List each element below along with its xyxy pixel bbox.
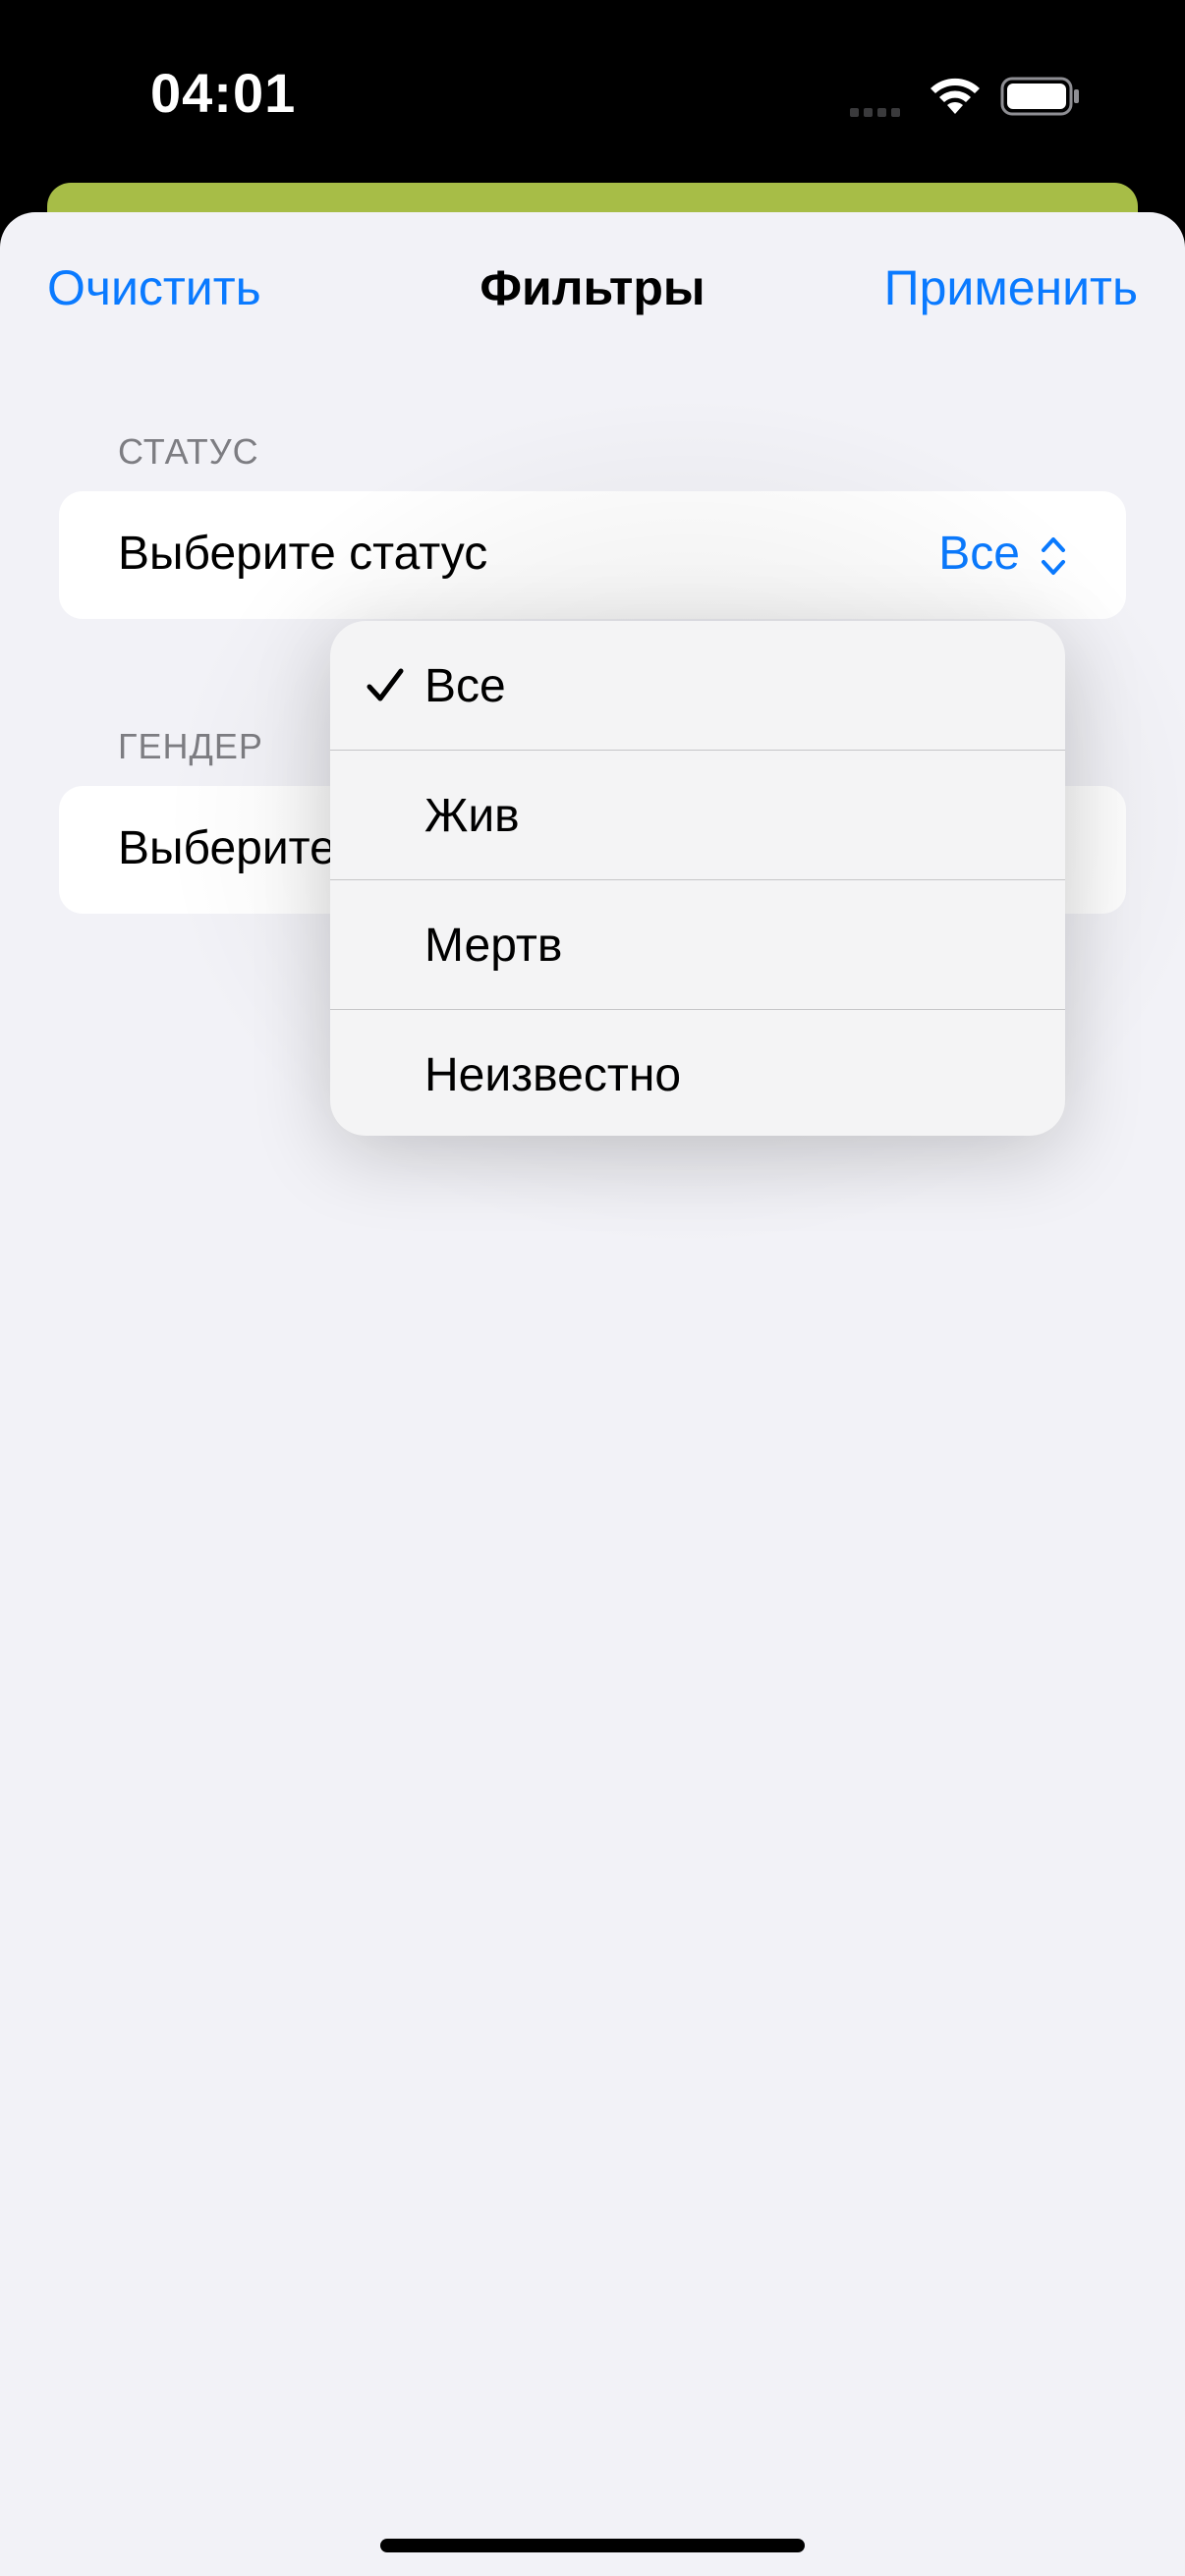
menu-item-alive[interactable]: Жив — [330, 751, 1065, 880]
gender-section-header: ГЕНДЕР — [118, 726, 263, 766]
status-bar: 04:01 — [0, 0, 1185, 187]
menu-item-all[interactable]: Все — [330, 621, 1065, 751]
menu-item-label: Жив — [424, 790, 520, 842]
status-picker-label: Выберите статус — [118, 528, 488, 580]
clock: 04:01 — [150, 62, 297, 124]
home-indicator[interactable] — [380, 2539, 805, 2552]
status-section-header: СТАТУС — [118, 431, 259, 472]
menu-item-label: Неизвестно — [424, 1049, 682, 1101]
menu-item-dead[interactable]: Мертв — [330, 880, 1065, 1010]
cellular-signal-icon — [850, 104, 905, 122]
gender-picker-label: Выберите — [118, 822, 336, 874]
filters-sheet: Очистить Фильтры Применить СТАТУС Выбери… — [0, 212, 1185, 2576]
status-picker-row[interactable]: Выберите статус Все — [59, 491, 1126, 619]
status-dropdown-menu: Все Жив Мертв Неизвестно — [330, 621, 1065, 1136]
checkmark-icon — [367, 668, 404, 701]
status-picker-value[interactable]: Все — [938, 531, 1020, 578]
apply-button[interactable]: Применить — [884, 263, 1138, 312]
battery-icon — [1000, 77, 1079, 116]
menu-item-label: Все — [424, 660, 506, 712]
menu-item-label: Мертв — [424, 920, 563, 972]
chevron-up-down-icon — [1042, 537, 1065, 575]
wifi-icon — [931, 78, 980, 114]
menu-item-unknown[interactable]: Неизвестно — [330, 1010, 1065, 1136]
